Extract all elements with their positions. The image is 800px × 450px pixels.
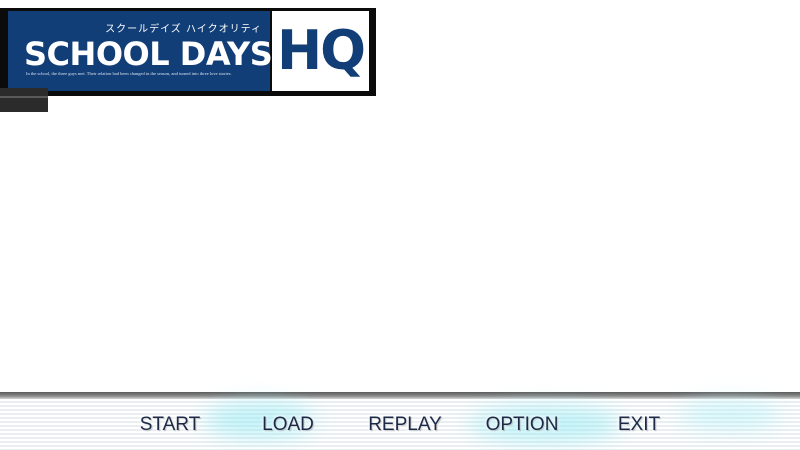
title-menu-bar: START LOAD REPLAY OPTION EXIT bbox=[0, 392, 800, 450]
menu-bar-border bbox=[0, 392, 800, 399]
logo-hq-panel: HQ bbox=[272, 11, 369, 91]
menu-start-button[interactable]: START bbox=[115, 412, 225, 438]
menu-load-button[interactable]: LOAD bbox=[233, 412, 343, 438]
logo-japanese-title: スクールデイズ ハイクオリティ bbox=[105, 24, 262, 35]
logo-title: SCHOOL DAYS bbox=[24, 35, 273, 73]
menu-exit-button[interactable]: EXIT bbox=[584, 412, 694, 438]
menu-glow bbox=[680, 400, 780, 430]
logo-hq-text: HQ bbox=[276, 19, 366, 82]
menu-option-button[interactable]: OPTION bbox=[467, 412, 577, 438]
game-logo: スクールデイズ ハイクオリティ SCHOOL DAYS In the schoo… bbox=[0, 8, 376, 96]
logo-tagline: In the school, the three guys met. Their… bbox=[26, 71, 232, 76]
logo-shadow-tab bbox=[0, 88, 48, 112]
menu-replay-button[interactable]: REPLAY bbox=[350, 412, 460, 438]
logo-title-panel: スクールデイズ ハイクオリティ SCHOOL DAYS In the schoo… bbox=[8, 11, 273, 91]
